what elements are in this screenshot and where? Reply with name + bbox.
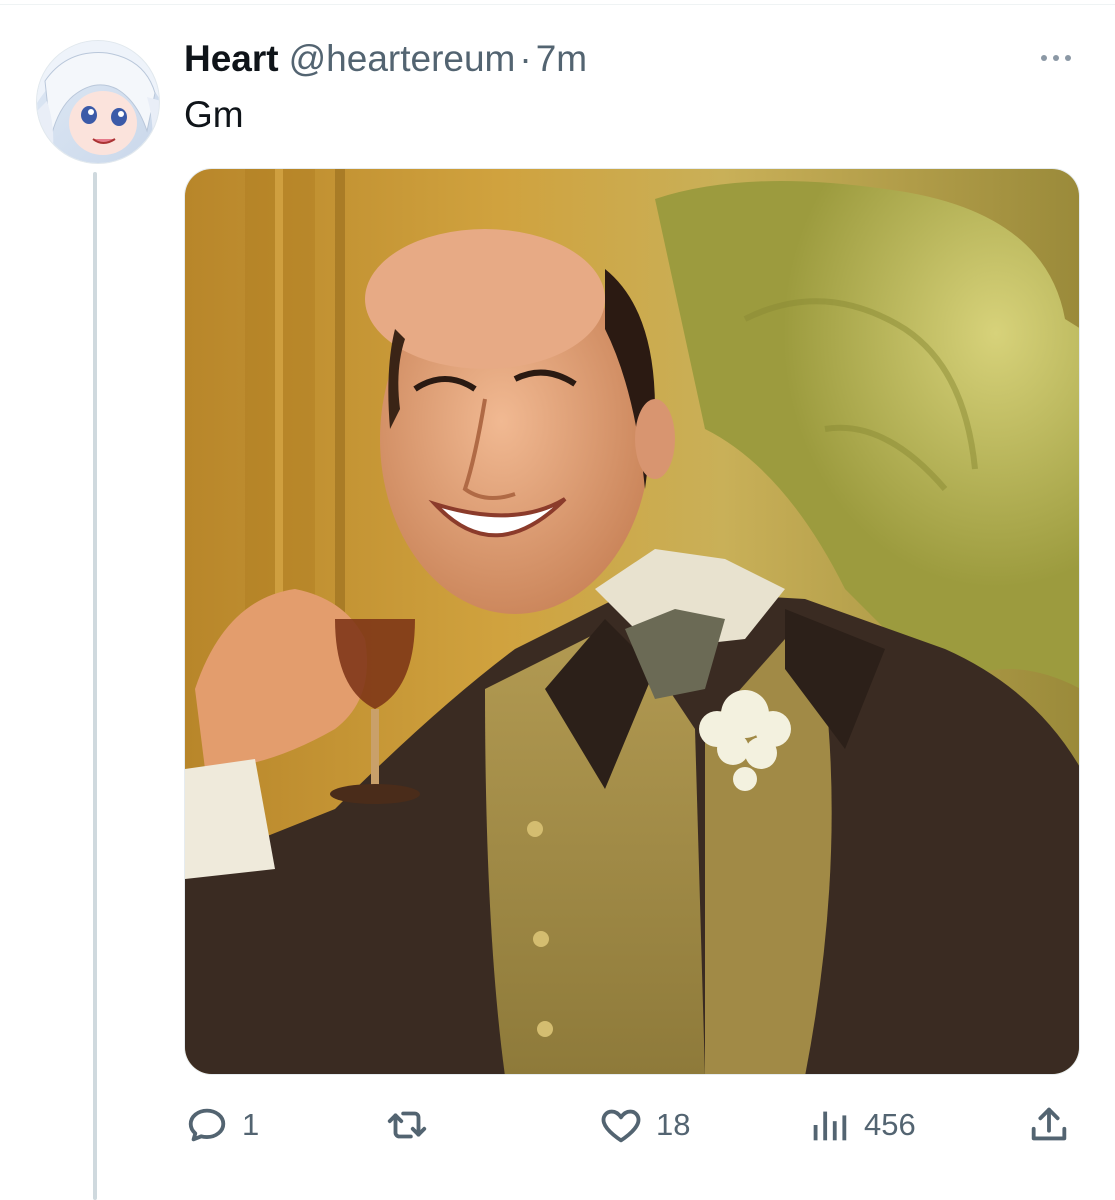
- retweet-button[interactable]: [384, 1100, 442, 1150]
- views-count: 456: [864, 1107, 916, 1142]
- tweet-text: Gm: [184, 94, 244, 135]
- share-button[interactable]: [1026, 1100, 1072, 1150]
- views-button[interactable]: 456: [806, 1100, 916, 1150]
- share-icon: [1031, 1107, 1067, 1141]
- top-divider: [0, 4, 1115, 5]
- like-count: 18: [656, 1107, 691, 1142]
- thread-line: [93, 172, 97, 1200]
- views-icon: [813, 1111, 847, 1141]
- more-icon[interactable]: [1034, 46, 1078, 70]
- like-button[interactable]: 18: [598, 1100, 690, 1150]
- author-handle[interactable]: @heartereum: [289, 38, 516, 80]
- reply-count: 1: [242, 1107, 260, 1142]
- author-name[interactable]: Heart: [184, 38, 279, 80]
- tweet-timestamp[interactable]: 7m: [536, 38, 587, 80]
- retweet-icon: [387, 1111, 427, 1139]
- tweet-header: Heart @heartereum · 7m: [184, 38, 587, 82]
- heart-icon: [601, 1109, 641, 1143]
- tweet-media-image[interactable]: [184, 168, 1080, 1075]
- avatar[interactable]: [36, 40, 160, 164]
- separator-dot: ·: [519, 38, 532, 79]
- reply-button[interactable]: 1: [184, 1100, 259, 1150]
- reply-icon: [188, 1108, 226, 1142]
- tweet-actions: 1 18 456: [184, 1100, 1080, 1150]
